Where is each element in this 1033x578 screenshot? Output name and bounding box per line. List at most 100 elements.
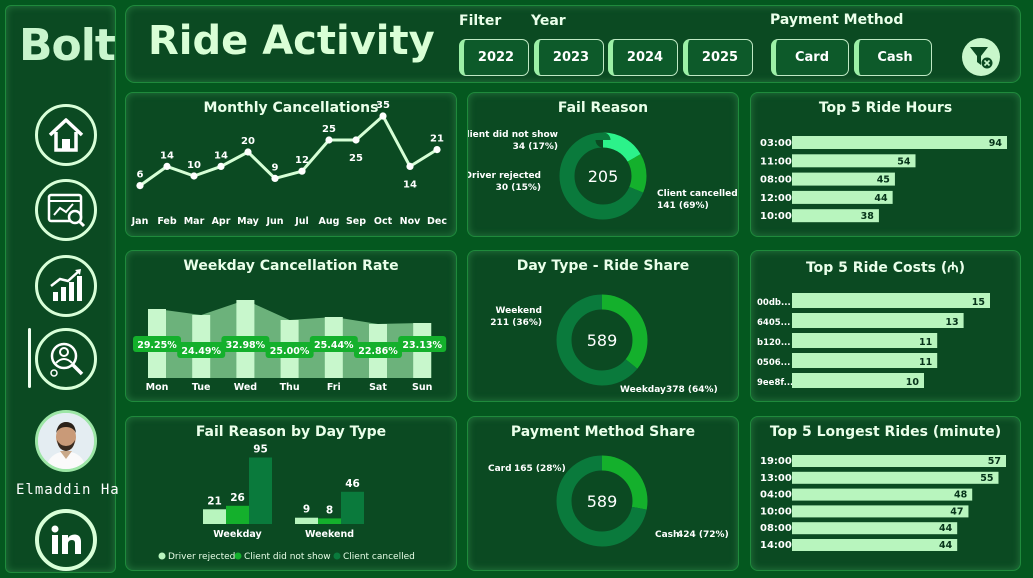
home-icon[interactable] [35,104,97,166]
year-button-2022[interactable]: 2022 [459,39,529,76]
bar [792,539,958,551]
data-label: 10 [187,160,201,171]
user-name: Elmaddin Ha [16,482,120,498]
filter-label: Filter [459,13,502,29]
bar-value: 46 [345,478,360,490]
data-label: 22.86% [358,346,398,357]
top-ride-costs-chart: 00db... 15 6405... 13 b120... 11 0506... 11 9ee8… [757,293,990,388]
data-point [190,172,198,180]
payment-button-cash[interactable]: Cash [854,39,932,76]
legend-marker [158,552,166,560]
top-ride-hours-chart: 03:00 94 11:00 54 08:00 45 12:00 44 10:00 38 [760,136,1007,223]
bar-value: 8 [326,504,333,516]
clear-filter-icon[interactable] [962,38,1000,76]
slice-label: Client cancelled [657,189,738,199]
data-label: 23.13% [402,340,442,351]
year-button-2024[interactable]: 2024 [608,39,678,76]
data-point [352,136,360,144]
category-label: 11:00 [760,156,792,167]
category-label: 14:00 [760,540,792,551]
slice-value: 141 (69%) [657,201,709,211]
fail-reason-donut: 205 Client did not show 34 (17%) Driver rej… [468,130,738,220]
bar [318,518,341,524]
data-point [163,162,171,170]
data-label: 24.49% [181,346,221,357]
growth-chart-icon[interactable] [35,255,97,317]
bar-value: 45 [877,175,890,186]
card-top-ride-costs: Top 5 Ride Costs (₼) 00db... 15 6405... 13 b… [750,250,1021,402]
category-label: 9ee8f... [757,378,793,388]
bar-value: 21 [207,495,222,507]
donut-center-value: 589 [587,492,618,511]
active-nav-indicator [28,328,31,388]
category-label: 0506... [757,358,790,368]
data-label: 14 [214,150,228,161]
slice-value: 211 (36%) [490,318,542,328]
bar [792,313,964,328]
category-label: b120... [757,338,791,348]
donut-center-value: 589 [587,331,618,350]
people-search-icon[interactable] [35,328,97,390]
bar-value: 44 [939,540,953,551]
bar-value: 57 [988,456,1001,467]
bar [792,488,973,501]
slice-label: Weekend [495,306,542,316]
data-label: 35 [376,100,390,111]
tick-label: Feb [157,216,177,227]
data-point [217,162,225,170]
data-point [433,146,441,154]
card-fail-reason: Fail Reason 205 Client did not show 34 (17… [467,92,739,237]
data-label: 29.25% [137,340,177,351]
tick-label: Weekend [305,529,354,540]
tick-label: Sun [412,382,433,393]
bar [792,522,958,535]
data-point [325,136,333,144]
bar-value: 47 [950,506,963,517]
data-label: 14 [160,150,174,161]
legend-label: Client did not show [244,552,331,562]
data-point [298,167,306,175]
tick-label: Thu [280,382,300,393]
tick-label: May [237,216,260,227]
slice-label: Client did not show [468,130,558,140]
bar-value: 44 [874,193,888,204]
data-point [379,112,387,120]
slice-label: Weekday [620,385,666,395]
category-label: 08:00 [760,175,792,186]
payment-button-card[interactable]: Card [771,39,849,76]
data-label: 20 [241,136,255,147]
data-label: 25 [349,153,363,164]
card-top-ride-hours: Top 5 Ride Hours 03:00 94 11:00 54 08:00 45 12… [750,92,1021,237]
bar [792,455,1006,467]
bar [226,505,249,524]
linkedin-icon[interactable] [35,509,97,571]
data-label: 25.00% [270,346,310,357]
category-label: 00db... [757,298,791,308]
category-label: 13:00 [760,473,792,484]
slice-value: 165 (28%) [514,464,566,474]
category-label: 6405... [757,318,790,328]
category-label: 04:00 [760,490,792,501]
bar-value: 44 [939,523,953,534]
bar [792,333,938,348]
bar-value: 10 [906,377,920,388]
card-payment-method-share: Payment Method Share 589 Card 165 (28%) Cas… [467,416,739,571]
data-label: 9 [272,162,279,173]
bar-value: 15 [972,297,985,308]
weekday-cancellation-chart: 29.25% Mon 24.49% Tue 32.98% Wed 25.00% Thu 25.4… [133,300,447,393]
year-button-2023[interactable]: 2023 [534,39,604,76]
dashboard-analytics-icon[interactable] [35,179,97,241]
bar-value: 13 [945,317,958,328]
avatar [35,410,97,472]
card-fail-reason-by-day-type: Fail Reason by Day Type 21 26 95 Weekday 9 8 4… [125,416,457,571]
tick-label: Weekday [213,529,262,540]
tick-label: Oct [374,216,393,227]
slice-value: 424 (72%) [677,530,729,540]
data-point [136,182,144,190]
bar-value: 11 [919,357,932,368]
bar [792,505,969,518]
year-button-2025[interactable]: 2025 [683,39,753,76]
slice-label: Card [488,464,512,474]
bar-value: 55 [980,473,993,484]
data-label: 14 [403,179,417,190]
